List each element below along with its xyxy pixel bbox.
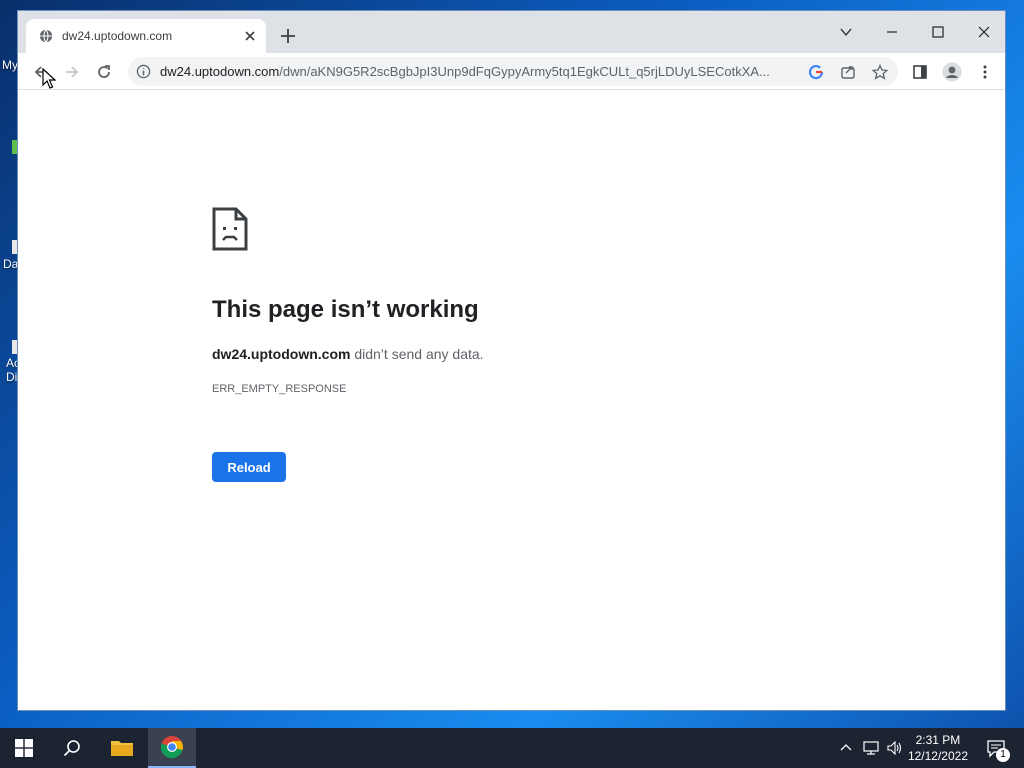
start-button[interactable] [0,728,48,768]
share-button[interactable] [838,62,858,82]
close-window-button[interactable] [961,17,1005,47]
chrome-taskbar-button[interactable] [148,728,196,768]
url-text[interactable]: dw24.uptodown.com/dwn/aKN9G5R2scBgbJpI3U… [160,64,800,79]
clock-time: 2:31 PM [915,733,961,747]
globe-icon [39,29,53,43]
google-icon [808,65,824,80]
error-code: ERR_EMPTY_RESPONSE [212,383,347,395]
reload-button[interactable]: Reload [212,452,286,482]
maximize-button[interactable] [915,17,961,47]
reload-toolbar-button[interactable] [91,59,117,85]
address-bar[interactable]: dw24.uptodown.com/dwn/aKN9G5R2scBgbJpI3U… [128,57,898,86]
notification-badge: 1 [996,748,1010,762]
clock-date: 12/12/2022 [907,749,968,763]
speaker-icon [887,741,902,755]
tab-title: dw24.uptodown.com [62,29,173,43]
desktop-icon-label[interactable]: Di [6,370,17,384]
side-panel-icon [913,65,927,79]
page-content: This page isn’t working dw24.uptodown.co… [18,91,1005,710]
clock[interactable]: 2:31 PM 12/12/2022 [908,732,968,764]
volume-button[interactable] [884,728,906,768]
maximize-icon [932,26,944,38]
bookmark-button[interactable] [870,62,890,82]
tab-strip: dw24.uptodown.com [18,11,1005,53]
menu-button[interactable] [972,59,998,85]
search-icon [63,740,80,757]
info-icon[interactable] [136,64,151,79]
file-explorer-button[interactable] [98,728,146,768]
folder-icon [111,741,133,756]
url-host: dw24.uptodown.com [160,64,280,79]
reload-icon [98,65,110,78]
chrome-icon [160,736,183,759]
search-button[interactable] [48,728,96,768]
side-panel-button[interactable] [907,59,933,85]
chevron-up-icon [840,744,852,751]
chevron-down-icon [840,28,852,37]
mouse-cursor-icon [42,68,56,89]
kebab-menu-icon [983,65,987,79]
close-icon[interactable] [242,28,258,44]
tab-search-button[interactable] [823,17,869,47]
profile-button[interactable] [939,59,965,85]
browser-window: dw24.uptodown.com dw24.uptodown.com/dwn/… [17,10,1006,711]
show-hidden-icons-button[interactable] [836,728,856,768]
network-button[interactable] [860,728,882,768]
error-message: dw24.uptodown.com didn’t send any data. [212,346,484,362]
new-tab-icon[interactable] [279,27,297,45]
url-path: /dwn/aKN9G5R2scBgbJpI3Unp9dFqGypyArmy5tq… [279,64,770,79]
arrow-right-icon [66,66,79,78]
toolbar: dw24.uptodown.com/dwn/aKN9G5R2scBgbJpI3U… [18,53,1005,90]
network-icon [863,741,879,755]
minimize-button[interactable] [869,17,915,47]
error-title: This page isn’t working [212,296,479,323]
error-host: dw24.uptodown.com [212,346,351,362]
sad-page-icon [212,207,248,251]
star-icon [872,64,888,80]
avatar-icon [942,62,962,82]
desktop-icon-label[interactable]: My [2,58,18,72]
tab-active[interactable]: dw24.uptodown.com [26,19,266,53]
google-lens-button[interactable] [806,62,826,82]
forward-button[interactable] [59,59,85,85]
minimize-icon [887,31,897,33]
windows-logo-icon [15,739,33,757]
share-icon [841,66,855,79]
taskbar: 2:31 PM 12/12/2022 1 [0,728,1024,768]
error-message-rest: didn’t send any data. [350,346,484,362]
close-icon [978,26,990,38]
